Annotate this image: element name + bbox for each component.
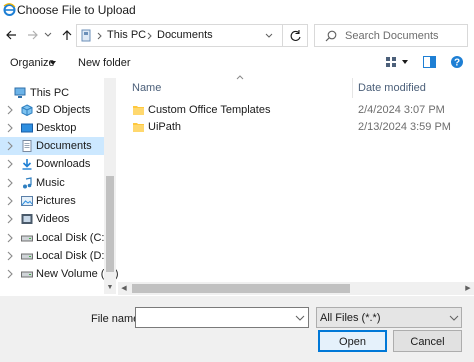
chevron-right-icon [7,105,13,115]
file-name-input[interactable] [135,307,309,328]
address-dropdown-icon[interactable] [265,33,273,39]
internet-explorer-icon [3,3,16,16]
arrow-up-icon [62,30,72,40]
chevron-right-icon [7,123,13,133]
breadcrumb-documents[interactable]: Documents [157,29,213,41]
drive-icon [21,271,33,278]
column-divider[interactable] [352,78,353,98]
chevron-right-icon [7,251,13,261]
drive-icon [21,253,33,260]
window-title: Choose File to Upload [17,3,136,17]
file-name: UiPath [148,121,182,133]
computer-icon [81,29,91,42]
downloads-icon [22,159,32,170]
open-button[interactable]: Open [318,330,387,352]
organize-button[interactable]: Organize [10,57,55,69]
list-item[interactable]: UiPath 2/13/2024 3:59 PM [128,118,458,136]
file-name: Custom Office Templates [148,104,271,116]
search-input[interactable]: Search Documents [314,24,468,47]
column-header-name[interactable]: Name [132,82,161,94]
column-header-date-modified[interactable]: Date modified [358,82,426,94]
help-icon[interactable]: ? [450,55,464,69]
scroll-right-arrow-icon[interactable]: ▶ [462,282,474,295]
sidebar-scrollbar-thumb[interactable] [106,176,114,272]
sidebar-item-desktop[interactable]: Desktop [0,119,104,137]
sort-ascending-icon [236,75,244,80]
address-bar[interactable]: This PC Documents [76,24,308,47]
drive-icon [21,235,33,242]
svg-text:?: ? [454,58,460,69]
chevron-down-icon[interactable] [449,314,459,322]
sidebar-item-3d-objects[interactable]: 3D Objects [0,101,104,119]
back-button[interactable] [2,26,20,44]
chevron-right-icon [7,233,13,243]
sidebar-item-downloads[interactable]: Downloads [0,155,104,173]
refresh-icon[interactable] [289,29,302,42]
documents-icon [22,140,32,152]
file-date: 2/13/2024 3:59 PM [358,121,451,133]
scroll-left-arrow-icon[interactable]: ◀ [118,282,130,295]
cancel-button-label: Cancel [410,336,445,348]
chevron-right-icon [97,32,102,40]
chevron-right-icon [7,269,13,279]
file-date: 2/4/2024 3:07 PM [358,104,445,116]
sidebar-item-documents[interactable]: Documents [0,137,104,155]
folder-icon [133,123,144,132]
desktop-icon [21,123,33,133]
music-icon [23,177,32,189]
file-type-value: All Files (*.*) [320,312,381,324]
chevron-down-icon [44,32,52,37]
arrow-right-icon [28,30,38,40]
arrow-left-icon [6,30,16,40]
preview-pane-icon[interactable] [423,56,436,68]
computer-icon [14,87,26,98]
up-button[interactable] [58,26,76,44]
folder-icon [133,106,144,115]
chevron-right-icon [147,32,152,40]
chevron-right-icon [7,214,13,224]
chevron-right-icon [7,159,13,169]
forward-button[interactable] [24,26,42,44]
view-options-icon[interactable] [385,56,397,68]
list-item[interactable]: Custom Office Templates 2/4/2024 3:07 PM [128,101,458,119]
address-divider [282,25,283,46]
scroll-down-arrow-icon[interactable]: ▼ [104,284,116,294]
open-button-label: Open [339,336,366,348]
horizontal-scrollbar-thumb[interactable] [132,284,350,293]
sidebar-item-this-pc[interactable]: This PC [0,84,104,102]
search-placeholder: Search Documents [345,30,439,42]
search-icon [325,30,337,42]
sidebar-item-pictures[interactable]: Pictures [0,192,104,210]
sidebar-item-local-disk-c[interactable]: Local Disk (C:) [0,229,108,247]
sidebar-item-videos[interactable]: Videos [0,210,104,228]
chevron-down-icon [50,61,56,65]
breadcrumb-this-pc[interactable]: This PC [107,29,146,41]
chevron-right-icon [7,141,13,151]
sidebar-item-local-disk-d[interactable]: Local Disk (D:) [0,247,108,265]
sidebar-item-music[interactable]: Music [0,174,104,192]
pictures-icon [21,196,33,206]
new-folder-button[interactable]: New folder [78,57,131,69]
chevron-down-icon[interactable] [295,314,305,322]
chevron-down-icon[interactable] [402,60,408,64]
chevron-right-icon [7,196,13,206]
sidebar-item-new-volume-e[interactable]: New Volume (E:) [0,265,119,283]
videos-icon [21,214,33,224]
chevron-right-icon [7,178,13,188]
cancel-button[interactable]: Cancel [393,330,462,352]
3d-objects-icon [21,104,33,116]
recent-locations-button[interactable] [42,26,54,44]
dialog-footer [0,296,474,362]
